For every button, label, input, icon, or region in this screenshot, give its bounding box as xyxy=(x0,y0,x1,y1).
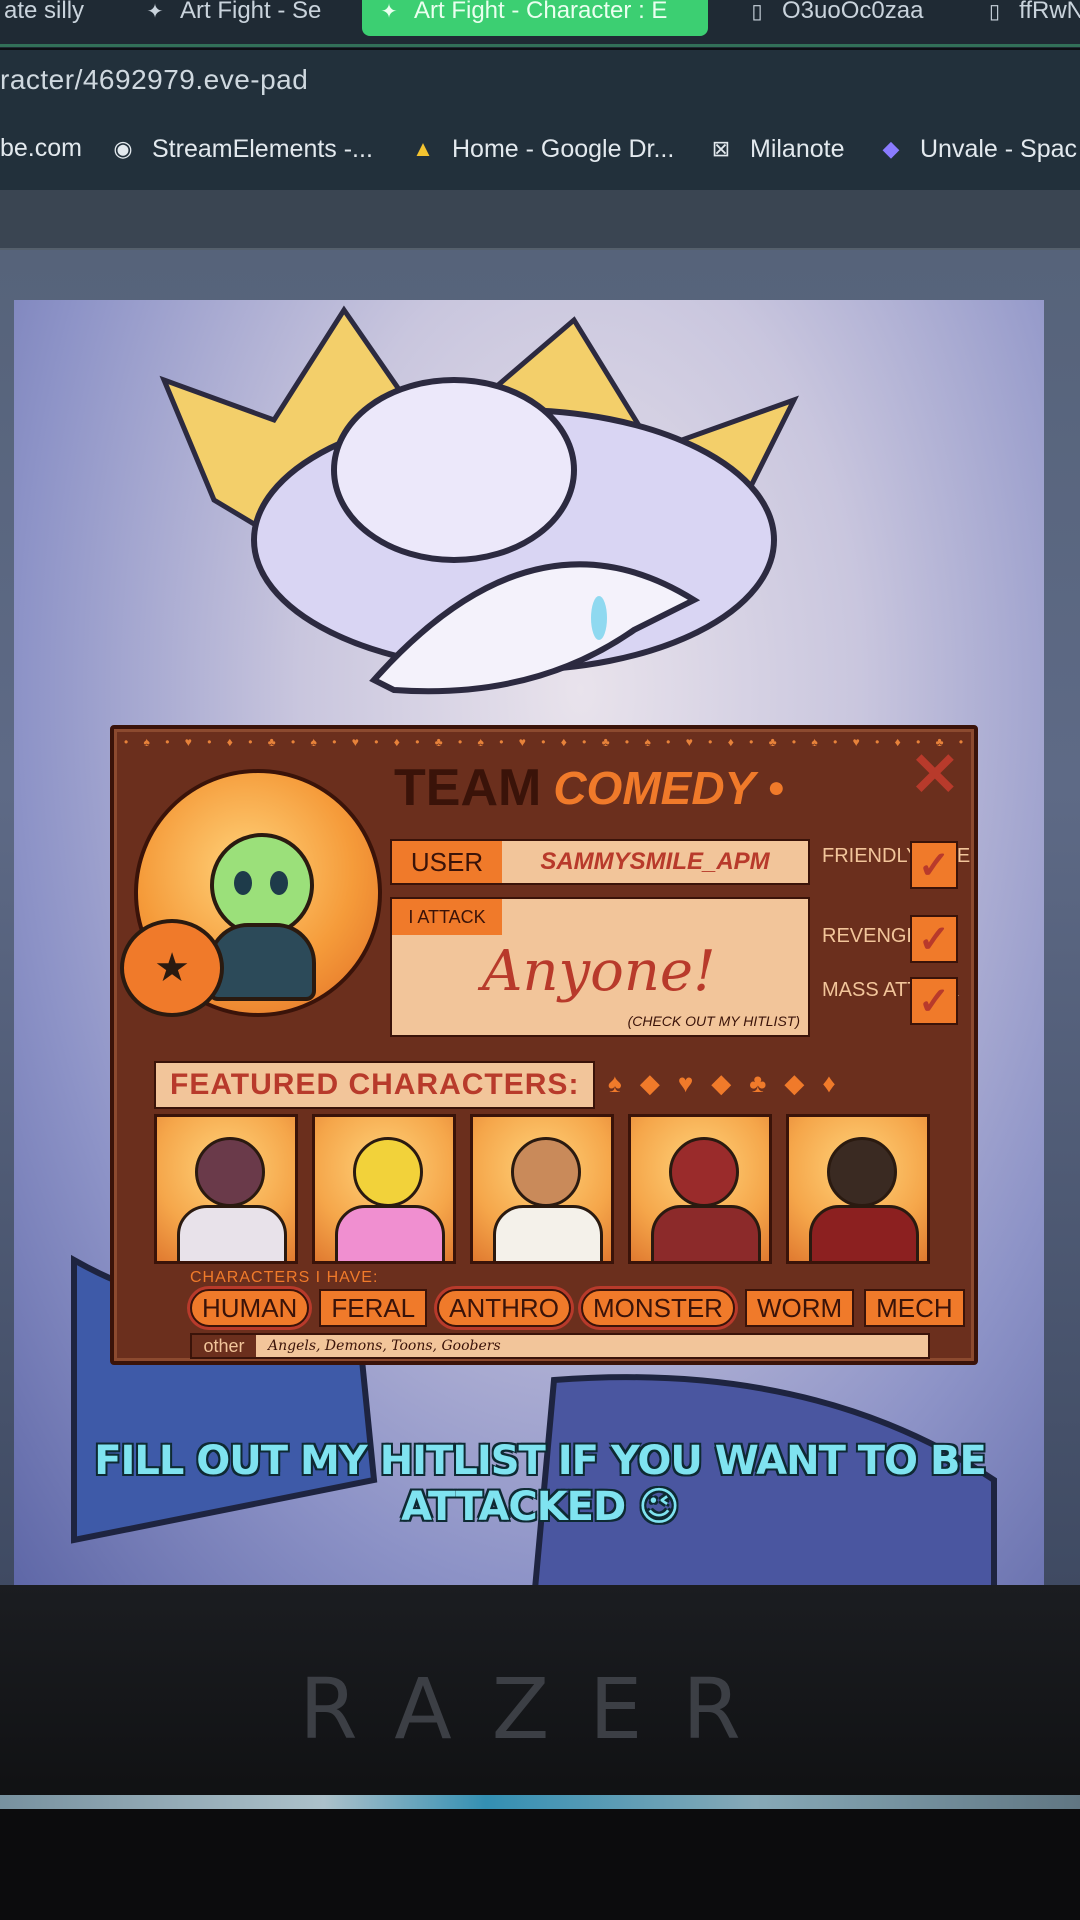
address-text: racter/4692979.eve-pad xyxy=(0,64,309,95)
team-title: TEAM COMEDY ● xyxy=(394,759,786,817)
character-torso xyxy=(335,1205,445,1261)
diamond-icon: ◆ xyxy=(639,1067,670,1098)
bookmark-1[interactable]: be.com xyxy=(0,134,82,163)
attack-label: I ATTACK xyxy=(392,899,502,935)
avatar-eye xyxy=(270,871,288,895)
user-value: SAMMYSMILE_APM xyxy=(540,848,770,875)
bookmark-4-label: Milanote xyxy=(750,134,845,163)
tab-3-label: Art Fight - Character : E xyxy=(414,0,668,24)
tag-worm: WORM xyxy=(744,1289,855,1327)
tab-bar: ate silly ✦ Art Fight - Se ✦ Art Fight -… xyxy=(0,0,1080,48)
bookmark-3-label: Home - Google Dr... xyxy=(452,134,675,163)
bookmark-milanote[interactable]: ⊠ Milanote xyxy=(706,134,845,164)
doc-icon: ▯ xyxy=(751,0,763,23)
featured-character-2 xyxy=(312,1114,456,1264)
tab-3-active[interactable]: ✦ Art Fight - Character : E xyxy=(362,0,708,36)
featured-character-1 xyxy=(154,1114,298,1264)
video-caption: FILL OUT MY HITLIST IF YOU WANT TO BE AT… xyxy=(94,1438,987,1530)
tab-1-label: ate silly xyxy=(4,0,85,24)
bookmark-1-label: be.com xyxy=(0,134,82,162)
bookmark-google-drive[interactable]: ▲ Home - Google Dr... xyxy=(408,134,674,164)
character-head xyxy=(511,1137,581,1207)
card-border-decoration: • ♠ • ♥ • ♦ • ♣ • ♠ • ♥ • ♦ • ♣ • ♠ • ♥ … xyxy=(124,735,964,749)
doc-icon: ▯ xyxy=(989,0,1001,23)
bookmark-5-label: Unvale - Spac xyxy=(920,134,1078,163)
tab-2[interactable]: ✦ Art Fight - Se xyxy=(128,0,338,36)
hitlist-card: • ♠ • ♥ • ♦ • ♣ • ♠ • ♥ • ♦ • ♣ • ♠ • ♥ … xyxy=(110,725,978,1365)
checkbox-mass-attack: ✓ xyxy=(910,977,958,1025)
character-head xyxy=(195,1137,265,1207)
monitor-brand-logo: RAZER xyxy=(299,1660,781,1758)
characters-i-have-label: CHARACTERS I HAVE: xyxy=(190,1269,379,1286)
tab-5[interactable]: ▯ ffRwN xyxy=(968,0,1080,36)
artfight-icon: ✦ xyxy=(380,0,398,23)
user-label: USER xyxy=(392,841,502,883)
artfight-icon: ✦ xyxy=(146,0,164,23)
address-bar[interactable]: racter/4692979.eve-pad xyxy=(0,50,1080,116)
featured-label: FEATURED CHARACTERS: xyxy=(154,1061,596,1109)
milanote-icon: ⊠ xyxy=(711,136,731,161)
diamond-icon: ◆ xyxy=(784,1067,815,1098)
diamond-icon: ♦ xyxy=(822,1067,846,1098)
tab-4-label: O3uoOc0zaa xyxy=(782,0,924,24)
tag-human: HUMAN xyxy=(190,1289,310,1327)
bookmark-2-label: StreamElements -... xyxy=(152,134,373,163)
tag-feral: FERAL xyxy=(319,1289,428,1327)
bookmark-streamelements[interactable]: ◉ StreamElements -... xyxy=(108,134,373,164)
checkbox-friendly-fire: ✓ xyxy=(910,841,958,889)
bookmarks-bar: be.com ◉ StreamElements -... ▲ Home - Go… xyxy=(0,116,1080,190)
attack-value: Anyone! xyxy=(482,939,716,1004)
character-torso xyxy=(809,1205,919,1261)
avatar-eye xyxy=(234,871,252,895)
featured-character-4 xyxy=(628,1114,772,1264)
character-head xyxy=(669,1137,739,1207)
tab-underline xyxy=(0,44,1080,47)
checkbox-revenge: ✓ xyxy=(910,915,958,963)
character-types: HUMAN FERAL ANTHRO MONSTER WORM MECH xyxy=(190,1289,965,1329)
unvale-icon: ◆ xyxy=(882,136,900,161)
avatar-character xyxy=(210,833,314,937)
tag-anthro: ANTHRO xyxy=(437,1289,571,1327)
pumpkin-icon: ★ xyxy=(120,919,224,1017)
suit-decoration: ♠ ◆ ♥ ◆ ♣ ◆ ♦ xyxy=(608,1065,948,1101)
attack-box: I ATTACK Anyone! (CHECK OUT MY HITLIST) xyxy=(390,897,810,1037)
character-head xyxy=(353,1137,423,1207)
google-drive-icon: ▲ xyxy=(412,136,434,161)
desk-light-strip xyxy=(0,1795,1080,1809)
avatar-body xyxy=(208,923,316,1001)
crossed-out-icon: ✕ xyxy=(909,741,960,808)
featured-character-5 xyxy=(786,1114,930,1264)
featured-characters xyxy=(154,1114,954,1264)
desk xyxy=(0,1809,1080,1920)
character-torso xyxy=(493,1205,603,1261)
user-row: USER SAMMYSMILE_APM xyxy=(390,839,810,885)
tab-2-label: Art Fight - Se xyxy=(180,0,322,24)
team-word: TEAM xyxy=(394,759,542,817)
tag-mech: MECH xyxy=(864,1289,965,1327)
tab-5-label: ffRwN xyxy=(1019,0,1080,24)
tab-4[interactable]: ▯ O3uoOc0zaa xyxy=(730,0,960,36)
club-icon: ♣ xyxy=(749,1067,777,1098)
balloon-icon: ● xyxy=(767,771,786,804)
character-head xyxy=(827,1137,897,1207)
option-label: REVENGE xyxy=(822,925,920,947)
featured-character-3 xyxy=(470,1114,614,1264)
team-name: COMEDY xyxy=(553,762,756,814)
other-label: other xyxy=(192,1335,256,1357)
streamelements-icon: ◉ xyxy=(113,136,133,161)
heart-icon: ♥ xyxy=(677,1067,704,1098)
character-torso xyxy=(651,1205,761,1261)
bookmark-unvale[interactable]: ◆ Unvale - Spac xyxy=(876,134,1078,164)
tab-1[interactable]: ate silly xyxy=(0,0,100,36)
character-torso xyxy=(177,1205,287,1261)
diamond-icon: ◆ xyxy=(711,1067,742,1098)
other-value: Angels, Demons, Toons, Goobers xyxy=(268,1338,501,1354)
spade-icon: ♠ xyxy=(608,1067,632,1098)
other-row: other Angels, Demons, Toons, Goobers xyxy=(190,1333,930,1359)
tag-monster: MONSTER xyxy=(580,1289,735,1327)
attack-note: (CHECK OUT MY HITLIST) xyxy=(627,1013,800,1029)
